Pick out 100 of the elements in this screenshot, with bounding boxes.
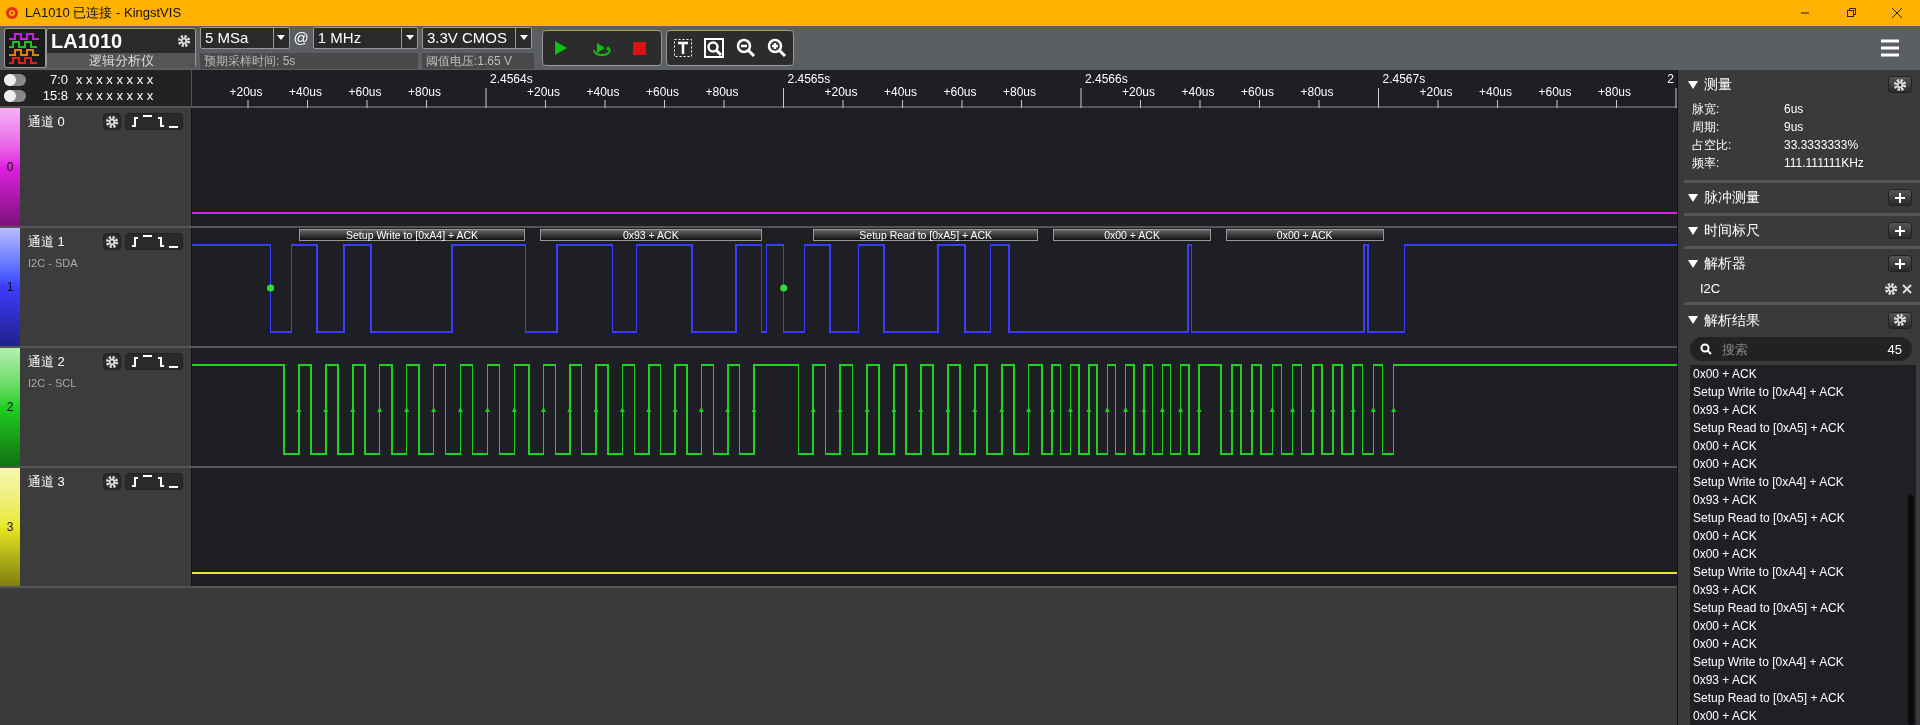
time-label: +60us xyxy=(1241,84,1274,99)
threshold-voltage-label: 阈值电压:1.65 V xyxy=(422,53,534,69)
time-label: +80us xyxy=(1003,84,1036,99)
time-label: +20us xyxy=(527,84,560,99)
window-title: LA1010 已连接 - KingstVIS xyxy=(25,4,182,23)
result-item[interactable]: 0x00 + ACK xyxy=(1690,545,1916,564)
decode-label: Setup Write to [0xA4] + ACK xyxy=(298,228,526,241)
result-item[interactable]: Setup Read to [0xA5] + ACK xyxy=(1690,419,1916,438)
channel-settings-button[interactable] xyxy=(103,113,121,131)
plus-icon xyxy=(1894,191,1906,204)
high-level-icon xyxy=(143,355,152,358)
result-item[interactable]: Setup Write to [0xA4] + ACK xyxy=(1690,653,1916,672)
channel-number: 2 xyxy=(6,398,14,416)
low-level-icon xyxy=(169,126,178,129)
add-button[interactable] xyxy=(1888,189,1912,207)
remove-decoder-button[interactable] xyxy=(1902,283,1912,294)
caret-icon xyxy=(519,35,528,41)
channel-number: 3 xyxy=(6,518,14,536)
channel-number: 1 xyxy=(6,278,14,296)
result-item[interactable]: 0x00 + ACK xyxy=(1690,365,1916,384)
channel-name: 通道 1 xyxy=(28,232,65,251)
result-item[interactable]: 0x00 + ACK xyxy=(1690,527,1916,546)
measure-value: 9us xyxy=(1784,118,1804,136)
decoder-settings-button[interactable] xyxy=(1884,281,1898,296)
settings-button[interactable] xyxy=(1888,311,1912,329)
time-label: +60us xyxy=(1538,84,1572,99)
result-item[interactable]: 0x00 + ACK xyxy=(1690,455,1916,474)
caret-icon[interactable] xyxy=(1688,316,1698,325)
at-label: @ xyxy=(292,27,310,48)
threshold-dropdown[interactable]: 3.3V CMOS xyxy=(422,27,532,49)
search-field[interactable]: 搜索 xyxy=(1720,338,1870,361)
device-settings-button[interactable] xyxy=(177,34,191,48)
time-label: +80us xyxy=(705,84,739,99)
channel-settings-button[interactable] xyxy=(103,353,121,371)
add-button[interactable] xyxy=(1888,255,1912,273)
start-marker xyxy=(780,284,788,292)
zoom-in-icon xyxy=(767,38,788,58)
result-item[interactable]: 0x93 + ACK xyxy=(1690,401,1916,420)
result-item[interactable]: 0x00 + ACK xyxy=(1690,437,1916,456)
result-item[interactable]: 0x93 + ACK xyxy=(1690,671,1916,690)
section-title: 解析器 xyxy=(1704,254,1746,274)
measure-value: 6us xyxy=(1784,100,1804,118)
section-title: 解析结果 xyxy=(1704,310,1760,330)
result-item[interactable]: Setup Write to [0xA4] + ACK xyxy=(1690,563,1916,582)
time-label: +40us xyxy=(289,84,322,99)
falling-edge-icon xyxy=(156,355,165,368)
sample-depth-dropdown[interactable]: 5 MSa xyxy=(200,27,290,49)
result-item[interactable]: Setup Read to [0xA5] + ACK xyxy=(1690,599,1916,618)
result-item[interactable]: 0x00 + ACK xyxy=(1690,635,1916,654)
result-item[interactable]: 0x93 + ACK xyxy=(1690,491,1916,510)
sampling-time-label: 预期采样时间: 5s xyxy=(200,53,418,70)
gear-icon xyxy=(1884,281,1898,296)
sample-rate-dropdown[interactable]: 1 MHz xyxy=(312,27,418,49)
zoom-box-icon xyxy=(704,38,725,58)
rising-edge-icon xyxy=(130,475,139,488)
toggle-switch[interactable] xyxy=(4,89,26,102)
low-level-icon xyxy=(169,366,178,369)
decode-label: 0x00 + ACK xyxy=(1053,228,1211,241)
time-label: 2.4565s xyxy=(787,71,831,86)
caret-icon[interactable] xyxy=(1688,80,1698,89)
time-label: +60us xyxy=(646,84,679,99)
search-box[interactable]: 搜索 45 xyxy=(1690,337,1912,362)
gear-icon xyxy=(177,34,191,48)
time-label: +40us xyxy=(884,84,917,99)
caret-icon[interactable] xyxy=(1688,259,1698,268)
settings-button[interactable] xyxy=(1888,76,1912,94)
result-item[interactable]: 0x93 + ACK xyxy=(1690,581,1916,600)
measure-label: 频率: xyxy=(1692,154,1721,172)
time-label: +40us xyxy=(586,84,620,99)
start-marker xyxy=(267,284,275,292)
menu-button[interactable] xyxy=(1880,39,1900,57)
result-item[interactable]: 0x00 + ACK xyxy=(1690,617,1916,636)
result-item[interactable]: Setup Read to [0xA5] + ACK xyxy=(1690,509,1916,528)
result-item[interactable]: Setup Write to [0xA4] + ACK xyxy=(1690,473,1916,492)
channel-name: 通道 0 xyxy=(28,112,65,131)
measure-label: 占空比: xyxy=(1692,136,1733,154)
measure-label: 周期: xyxy=(1692,118,1721,136)
low-level-icon xyxy=(169,486,178,489)
time-label: +40us xyxy=(1479,84,1512,99)
falling-edge-icon xyxy=(156,475,165,488)
close-icon xyxy=(1891,7,1903,19)
high-level-icon xyxy=(143,235,152,238)
time-label: +60us xyxy=(943,84,977,99)
zoom-in-button[interactable] xyxy=(767,38,788,58)
zoom-area-button[interactable] xyxy=(704,38,725,58)
result-item[interactable]: Setup Write to [0xA4] + ACK xyxy=(1690,383,1916,402)
channel-settings-button[interactable] xyxy=(103,473,121,491)
result-item[interactable]: Setup Read to [0xA5] + ACK xyxy=(1690,689,1916,708)
caret-icon[interactable] xyxy=(1688,193,1698,202)
caret-icon[interactable] xyxy=(1688,226,1698,235)
result-item[interactable]: 0x00 + ACK xyxy=(1690,707,1916,725)
section-title: 测量 xyxy=(1704,75,1732,95)
zoom-out-button[interactable] xyxy=(735,38,756,58)
text-tool-button[interactable] xyxy=(672,38,693,58)
scrollbar-thumb[interactable] xyxy=(1908,495,1914,725)
channel-settings-button[interactable] xyxy=(103,233,121,251)
toggle-switch[interactable] xyxy=(4,73,26,86)
measure-value: 33.3333333% xyxy=(1784,136,1859,154)
add-button[interactable] xyxy=(1888,222,1912,240)
plus-icon xyxy=(1894,257,1906,270)
